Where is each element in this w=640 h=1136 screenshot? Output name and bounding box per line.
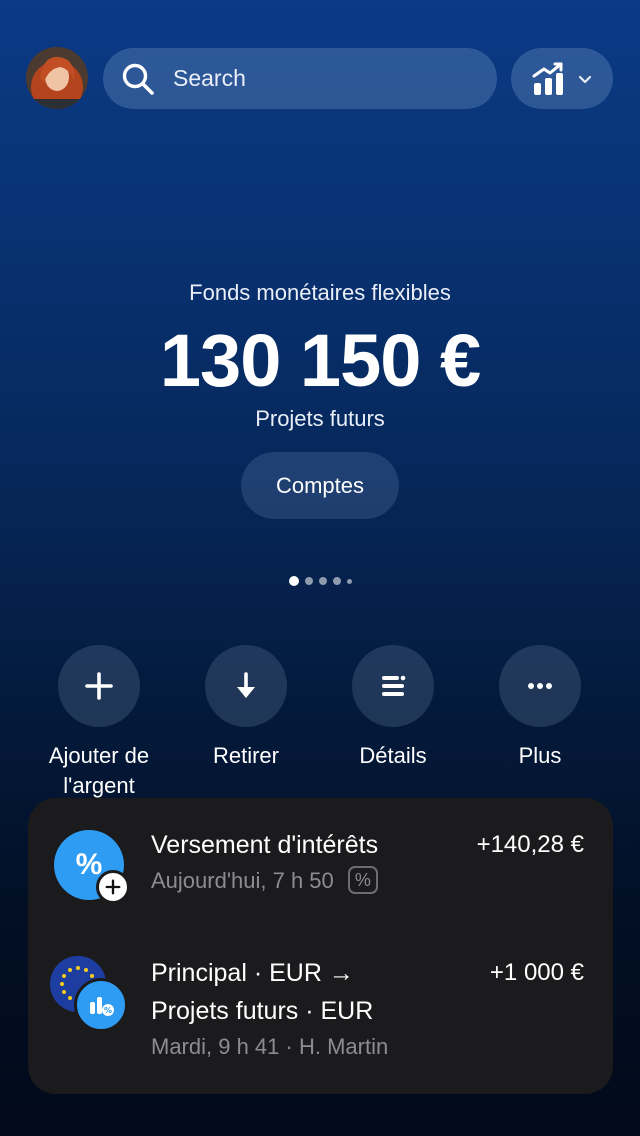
details-label: Détails bbox=[359, 743, 427, 768]
transaction-subtitle: Aujourd'hui, 7 h 50 % bbox=[151, 866, 378, 896]
more-label: Plus bbox=[518, 743, 562, 768]
add-money-circle[interactable] bbox=[58, 645, 140, 727]
details-button[interactable]: Détails bbox=[313, 645, 473, 771]
chevron-down-icon bbox=[578, 75, 592, 83]
transaction-amount: +140,28 € bbox=[476, 831, 584, 858]
analytics-button[interactable] bbox=[511, 48, 613, 109]
analytics-chart-icon bbox=[532, 62, 563, 95]
screen: Fonds monétaires flexibles 130 150 € Pro… bbox=[0, 0, 640, 1136]
transaction-row-transfer[interactable]: % Principal · EUR → Projets futurs · EUR… bbox=[28, 928, 613, 1094]
savings-vault-icon: % bbox=[74, 978, 128, 1032]
details-circle[interactable] bbox=[352, 645, 434, 727]
transaction-title-line1: Principal · EUR → bbox=[151, 959, 354, 987]
transaction-subtitle: Mardi, 9 h 41 · H. Martin bbox=[151, 1034, 389, 1059]
transactions-card: % Versement d'intérêts Aujourd'hui, 7 h … bbox=[28, 798, 613, 1094]
page-dot[interactable] bbox=[346, 578, 352, 584]
search-icon bbox=[122, 63, 154, 95]
page-indicator[interactable] bbox=[0, 576, 640, 586]
more-circle[interactable] bbox=[499, 645, 581, 727]
transaction-date: Aujourd'hui, 7 h 50 bbox=[151, 868, 334, 893]
page-dot[interactable] bbox=[318, 577, 327, 585]
plus-badge-icon bbox=[96, 870, 130, 904]
arrow-down-icon bbox=[237, 672, 255, 698]
withdraw-button[interactable]: Retirer bbox=[166, 645, 326, 771]
page-dot[interactable] bbox=[304, 577, 313, 585]
details-icon bbox=[382, 675, 406, 696]
balance-amount: 130 150 € bbox=[159, 319, 481, 402]
page-dot[interactable] bbox=[332, 577, 341, 585]
svg-text:%: % bbox=[104, 1006, 112, 1015]
percent-badge-icon: % bbox=[347, 866, 378, 895]
plus-icon bbox=[85, 672, 113, 700]
accounts-button[interactable]: Comptes bbox=[241, 452, 399, 519]
transaction-title: Versement d'intérêts bbox=[151, 831, 379, 859]
add-money-label: Ajouter de l'argent bbox=[48, 743, 150, 798]
more-button[interactable]: Plus bbox=[460, 645, 620, 771]
transaction-row-interest[interactable]: % Versement d'intérêts Aujourd'hui, 7 h … bbox=[28, 798, 613, 928]
more-icon bbox=[528, 683, 552, 689]
withdraw-label: Retirer bbox=[212, 743, 279, 768]
avatar-photo bbox=[26, 47, 88, 109]
add-money-button[interactable]: Ajouter de l'argent bbox=[19, 645, 179, 801]
search-input[interactable] bbox=[173, 65, 473, 92]
withdraw-circle[interactable] bbox=[205, 645, 287, 727]
transaction-title-line2: Projets futurs · EUR bbox=[151, 997, 374, 1025]
page-dot-active[interactable] bbox=[288, 576, 299, 586]
transaction-amount: +1 000 € bbox=[489, 959, 584, 986]
account-name: Projets futurs bbox=[255, 406, 385, 431]
avatar[interactable] bbox=[26, 47, 88, 109]
search-bar[interactable] bbox=[103, 48, 497, 109]
balance-label: Fonds monétaires flexibles bbox=[189, 280, 451, 305]
